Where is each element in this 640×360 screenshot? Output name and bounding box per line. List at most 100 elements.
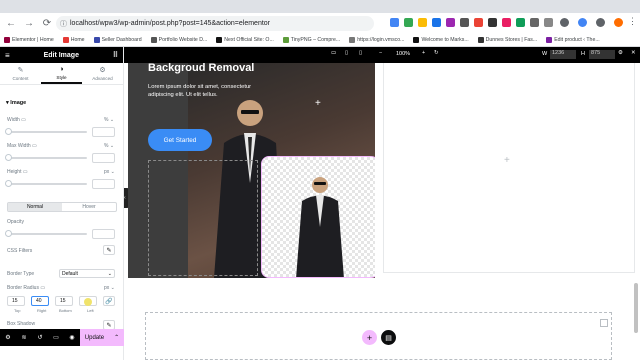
bookmark-item[interactable]: Home <box>62 36 85 43</box>
device-tablet-icon[interactable]: ▯ <box>345 50 348 56</box>
tab-strip <box>0 0 640 12</box>
editor-canvas: ‹ Backgroud Removal Lorem ipsum dolor si… <box>124 63 640 360</box>
history-icon[interactable]: ↺ <box>32 334 48 341</box>
tab-hover[interactable]: Hover <box>62 203 116 211</box>
tab-normal[interactable]: Normal <box>8 203 62 211</box>
bookmark-item[interactable]: Next Official Site: O... <box>216 36 274 43</box>
device-mobile-icon[interactable]: ▯ <box>359 50 362 56</box>
width-unit-select[interactable]: % ⌄ <box>104 117 114 123</box>
hamburger-icon[interactable]: ≡ <box>5 51 10 60</box>
max-width-slider[interactable] <box>5 154 87 161</box>
widgets-grid-icon[interactable]: ⠿ <box>113 51 118 59</box>
zoom-out-icon[interactable]: − <box>379 50 382 56</box>
extension-icon[interactable] <box>530 18 539 27</box>
width-input[interactable] <box>92 127 115 137</box>
add-element-icon[interactable]: + <box>504 155 510 166</box>
canvas-scrollbar[interactable] <box>634 283 638 333</box>
tab-content[interactable]: ✎ Content <box>0 63 41 84</box>
update-button[interactable]: Update ⌃ <box>80 329 124 346</box>
get-started-button[interactable]: Get Started <box>148 129 212 151</box>
extension-icon[interactable] <box>502 18 511 27</box>
css-filters-edit-button[interactable]: ✎ <box>103 245 115 255</box>
gear-icon[interactable]: ⚙ <box>618 50 623 56</box>
layers-icon[interactable]: ≋ <box>16 334 32 341</box>
bookmark-item[interactable]: https://login.vmsco... <box>349 36 404 43</box>
extension-icon[interactable] <box>432 18 441 27</box>
back-icon[interactable]: ← <box>4 16 18 30</box>
add-section-button[interactable]: + <box>362 330 377 345</box>
profile-avatar[interactable] <box>614 18 623 27</box>
profile-avatar[interactable] <box>596 18 605 27</box>
radius-right-input[interactable]: 40 <box>31 296 49 306</box>
bookmark-item[interactable]: Welcome to Marks... <box>413 36 469 43</box>
radius-bottom-input[interactable]: 15 <box>55 296 73 306</box>
empty-column[interactable] <box>148 160 258 276</box>
forward-icon[interactable]: → <box>22 16 36 30</box>
preview-eye-icon[interactable]: ◉ <box>64 334 80 341</box>
bookmark-item[interactable]: Dunnes Stores | Fas... <box>477 36 537 43</box>
bookmark-item[interactable]: Seller Dashboard <box>93 36 142 43</box>
max-width-unit-select[interactable]: % ⌄ <box>104 143 114 149</box>
viewport-width-input[interactable]: 1236 <box>550 50 576 59</box>
height-slider[interactable] <box>5 180 87 187</box>
device-desktop-icon[interactable]: ▭ <box>331 50 336 56</box>
reload-icon[interactable]: ⟳ <box>40 16 54 30</box>
zoom-in-icon[interactable]: + <box>422 50 425 56</box>
border-type-select[interactable]: Default ⌄ <box>59 269 115 278</box>
slider-handle[interactable] <box>5 230 12 237</box>
extension-icon[interactable] <box>418 18 427 27</box>
radius-top-input[interactable]: 15 <box>7 296 25 306</box>
width-slider[interactable] <box>5 128 87 135</box>
close-icon[interactable] <box>600 319 608 327</box>
bookmark-item[interactable]: Edit product ‹ The... <box>546 36 600 43</box>
address-bar[interactable]: ⓘ localhost/wpw3/wp-admin/post.php?post=… <box>56 16 374 31</box>
slider-handle[interactable] <box>5 154 12 161</box>
extension-icon[interactable] <box>544 18 553 27</box>
extension-icon[interactable] <box>474 18 483 27</box>
extension-icon[interactable] <box>488 18 497 27</box>
width-label: Width ▭ <box>7 117 26 123</box>
tab-style[interactable]: ◑ Style <box>41 63 82 84</box>
extension-icon[interactable] <box>404 18 413 27</box>
opacity-input[interactable] <box>92 229 115 239</box>
link-values-button[interactable]: 🔗 <box>103 296 115 306</box>
right-column[interactable]: + <box>383 63 635 273</box>
profile-avatar[interactable] <box>560 18 569 27</box>
bookmark-item[interactable]: Elementor | Home <box>4 36 54 43</box>
border-type-label: Border Type <box>7 271 35 277</box>
template-library-button[interactable]: ▤ <box>381 330 396 345</box>
url-row: ← → ⟳ ⓘ localhost/wpw3/wp-admin/post.php… <box>0 13 640 33</box>
extension-icon[interactable] <box>460 18 469 27</box>
section-image-heading[interactable]: ▾ Image <box>6 100 26 106</box>
hero-section[interactable]: Backgroud Removal Lorem ipsum dolor sit … <box>128 63 375 278</box>
desktop-icon: ▭ <box>40 285 46 291</box>
browser-menu-icon[interactable]: ⋮ <box>628 16 637 27</box>
extension-icon[interactable] <box>446 18 455 27</box>
profile-avatar[interactable] <box>578 18 587 27</box>
extension-icon[interactable] <box>390 18 399 27</box>
responsive-icon[interactable]: ▭ <box>48 334 64 341</box>
add-new-section: + ▤ <box>145 312 612 360</box>
bookmark-item[interactable]: TinyPNG – Compre... <box>282 36 340 43</box>
slider-handle[interactable] <box>5 180 12 187</box>
tab-advanced[interactable]: ⚙ Advanced <box>82 63 123 84</box>
reset-zoom-icon[interactable]: ↻ <box>434 50 439 56</box>
opacity-slider[interactable] <box>5 230 87 237</box>
chevron-up-icon[interactable]: ⌃ <box>114 334 119 341</box>
close-icon[interactable]: ✕ <box>631 50 636 56</box>
max-width-input[interactable] <box>92 153 115 163</box>
border-radius-unit-select[interactable]: px ⌄ <box>104 285 115 291</box>
bookmark-item[interactable]: Portfolio Website D... <box>150 36 207 43</box>
pencil-icon: ✎ <box>106 247 112 254</box>
viewport-height-input[interactable]: 875 <box>589 50 615 59</box>
hero-title: Backgroud Removal <box>148 63 255 74</box>
radius-top-label: Top <box>14 308 21 313</box>
image-widget-selected[interactable] <box>261 156 375 278</box>
add-element-icon[interactable]: + <box>315 98 321 109</box>
height-input[interactable] <box>92 179 115 189</box>
extension-icon[interactable] <box>516 18 525 27</box>
settings-icon[interactable]: ⚙ <box>0 334 16 341</box>
height-unit-select[interactable]: px ⌄ <box>104 169 115 175</box>
site-info-icon[interactable]: ⓘ <box>60 19 67 29</box>
slider-handle[interactable] <box>5 128 12 135</box>
